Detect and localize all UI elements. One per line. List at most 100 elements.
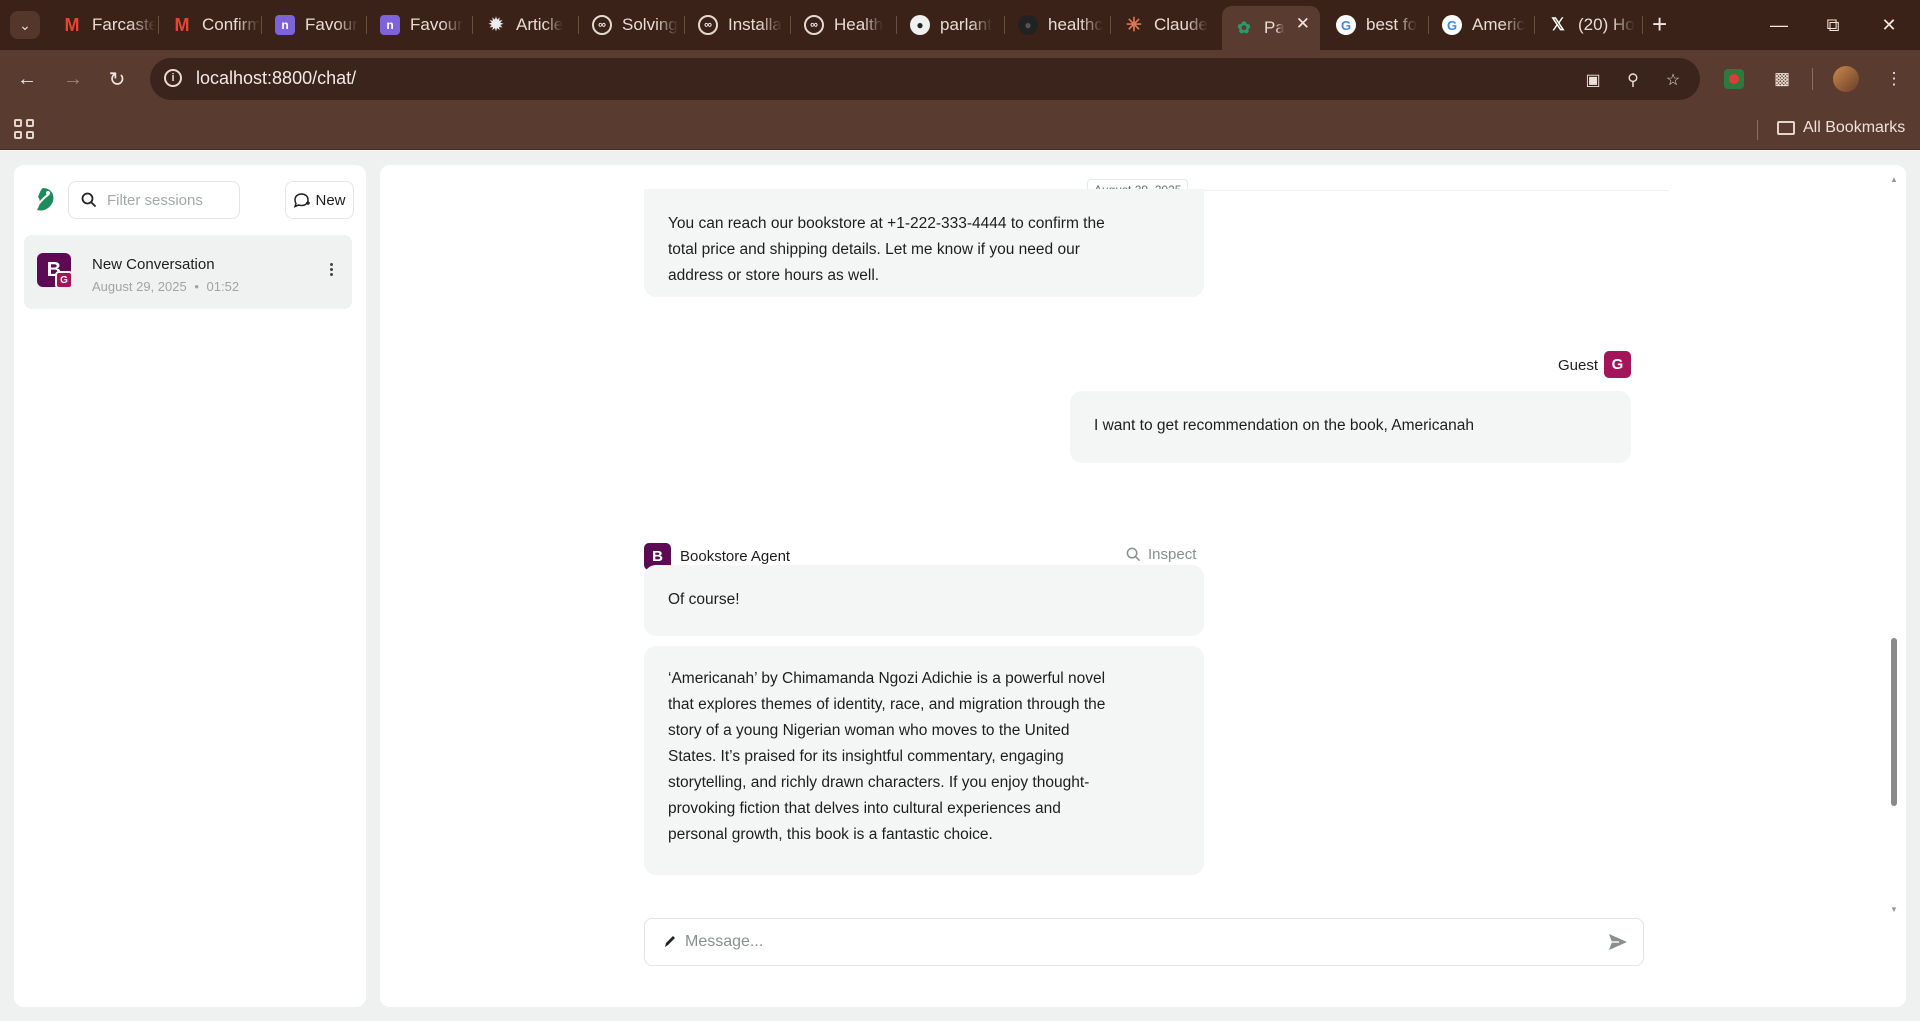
parlant-logo-icon <box>28 185 58 215</box>
tab-title: Favour <box>305 15 358 34</box>
guest-avatar: G <box>1604 351 1631 378</box>
star-bookmark-icon[interactable]: ☆ <box>1662 69 1684 91</box>
tab-title: Pa <box>1264 18 1284 37</box>
apps-grid-icon[interactable] <box>14 119 34 139</box>
new-session-button[interactable]: New <box>285 181 354 219</box>
app-icon: ∞ <box>804 15 824 35</box>
message-line: provoking fiction that delves into cultu… <box>668 800 1061 817</box>
reload-button[interactable]: ↻ <box>102 64 132 94</box>
tab-15[interactable]: 𝕏 (20) Ho <box>1536 8 1642 42</box>
x-icon: 𝕏 <box>1551 15 1565 34</box>
tab-divider <box>1428 16 1429 34</box>
profile-avatar[interactable] <box>1830 63 1862 95</box>
pencil-icon <box>665 936 675 947</box>
restore-icon: ⧉ <box>1826 14 1840 35</box>
tab-divider <box>578 16 579 34</box>
extension-record-icon[interactable] <box>1718 63 1750 95</box>
tab-11[interactable]: ✳ Claude <box>1112 8 1218 42</box>
message-placeholder: Message... <box>685 933 764 950</box>
app-icon: ∞ <box>698 15 718 35</box>
tab-divider <box>896 16 897 34</box>
new-tab-button[interactable]: + <box>1652 10 1667 38</box>
scrollbar-thumb[interactable] <box>1891 638 1897 806</box>
github-icon: ● <box>1018 15 1038 35</box>
tab-title: Solving <box>622 15 678 34</box>
tab-4[interactable]: n Favour <box>368 8 468 42</box>
tab-strip: ⌄ M Farcaster M Confirm n Favour n Favou… <box>0 0 1920 50</box>
tab-search-button[interactable]: ⌄ <box>10 11 40 39</box>
tab-title: Americ <box>1472 15 1525 34</box>
github-icon: ● <box>910 15 930 35</box>
back-button[interactable]: ← <box>12 64 42 94</box>
tab-title: Claude <box>1154 15 1208 34</box>
tab-9[interactable]: ● parlant <box>898 8 998 42</box>
tab-12-active[interactable]: ✿ Pa ✕ <box>1222 6 1320 50</box>
tab-10[interactable]: ● healthc <box>1006 8 1106 42</box>
message-line: ‘Americanah’ by Chimamanda Ngozi Adichie… <box>668 670 1106 687</box>
message-line: address or store hours as well. <box>668 267 880 284</box>
agent-message: Of course! <box>644 565 1204 636</box>
filter-sessions-input[interactable]: Filter sessions <box>68 181 240 219</box>
tab-divider <box>1642 16 1643 34</box>
address-bar[interactable]: i localhost:8800/chat/ ▣ ⚲ ☆ <box>150 58 1700 100</box>
restore-button[interactable]: ⧉ <box>1810 8 1856 42</box>
session-meta: August 29, 2025 • 01:52 <box>92 279 240 294</box>
minimize-icon: — <box>1770 14 1788 35</box>
guest-name: Guest <box>1558 357 1599 374</box>
tab-2[interactable]: M Confirm <box>160 8 261 42</box>
message-line: that explores themes of identity, race, … <box>668 696 1106 713</box>
chat-scrollbar[interactable]: ▲ ▼ <box>1890 175 1898 915</box>
search-icon <box>1126 547 1141 562</box>
zoom-icon[interactable]: ⚲ <box>1622 69 1644 91</box>
tab-divider <box>1534 16 1535 34</box>
site-info-icon[interactable]: i <box>164 69 182 87</box>
customer-avatar: G <box>55 271 73 289</box>
tab-8[interactable]: ∞ Health <box>792 8 892 42</box>
tab-title: parlant <box>940 15 992 34</box>
tab-divider <box>366 16 367 34</box>
close-window-button[interactable]: ✕ <box>1866 8 1912 42</box>
tab-title: Favour <box>410 15 463 34</box>
menu-kebab-icon[interactable]: ⋮ <box>1878 63 1910 95</box>
back-arrow-icon: ← <box>17 67 37 90</box>
message-line: States. It’s praised for its insightful … <box>668 748 1064 765</box>
session-options-icon[interactable] <box>330 263 334 278</box>
bookmarks-bar: All Bookmarks <box>0 108 1920 150</box>
scroll-up-icon[interactable]: ▲ <box>1890 175 1898 184</box>
url-text: localhost:8800/chat/ <box>196 68 357 88</box>
scroll-down-icon[interactable]: ▼ <box>1890 905 1898 914</box>
tab-3[interactable]: n Favour <box>263 8 363 42</box>
bookmarks-divider <box>1757 120 1758 140</box>
all-bookmarks-button[interactable]: All Bookmarks <box>1777 119 1905 137</box>
new-session-label: New <box>315 191 346 209</box>
forward-button[interactable]: → <box>58 64 88 94</box>
gmail-icon: M <box>64 14 80 35</box>
chevron-down-icon: ⌄ <box>19 16 31 33</box>
tab-14[interactable]: G Americ <box>1430 8 1530 42</box>
minimize-button[interactable]: — <box>1756 8 1802 42</box>
google-icon: G <box>1442 15 1462 35</box>
tab-title: best fo <box>1366 15 1418 34</box>
tab-1[interactable]: M Farcaster <box>50 8 157 42</box>
plus-icon: + <box>1652 9 1668 39</box>
message-input[interactable]: Message... <box>644 918 1644 966</box>
session-item[interactable]: B G New Conversation August 29, 2025 • 0… <box>24 235 352 309</box>
session-title: New Conversation <box>92 256 215 273</box>
inspect-button[interactable]: Inspect <box>1126 546 1196 563</box>
tab-7[interactable]: ∞ Installa <box>686 8 786 42</box>
sessions-sidebar: Filter sessions New B G New Conversation… <box>14 165 366 1007</box>
tab-divider <box>1004 16 1005 34</box>
forward-arrow-icon: → <box>63 67 83 90</box>
send-icon[interactable] <box>1607 931 1629 953</box>
extensions-puzzle-icon[interactable]: ▩ <box>1766 63 1798 95</box>
close-icon[interactable]: ✕ <box>1296 14 1310 34</box>
gmail-icon: M <box>174 14 190 35</box>
install-app-icon[interactable]: ▣ <box>1582 69 1604 91</box>
search-icon <box>81 192 97 208</box>
tab-13[interactable]: G best fo <box>1324 8 1424 42</box>
tab-6[interactable]: ∞ Solving <box>580 8 680 42</box>
chat-panel: August 29, 2025 You can reach our bookst… <box>380 165 1906 1007</box>
tab-5[interactable]: ✹ Article <box>474 8 574 42</box>
session-date: August 29, 2025 <box>92 279 187 294</box>
tab-divider <box>261 16 262 34</box>
